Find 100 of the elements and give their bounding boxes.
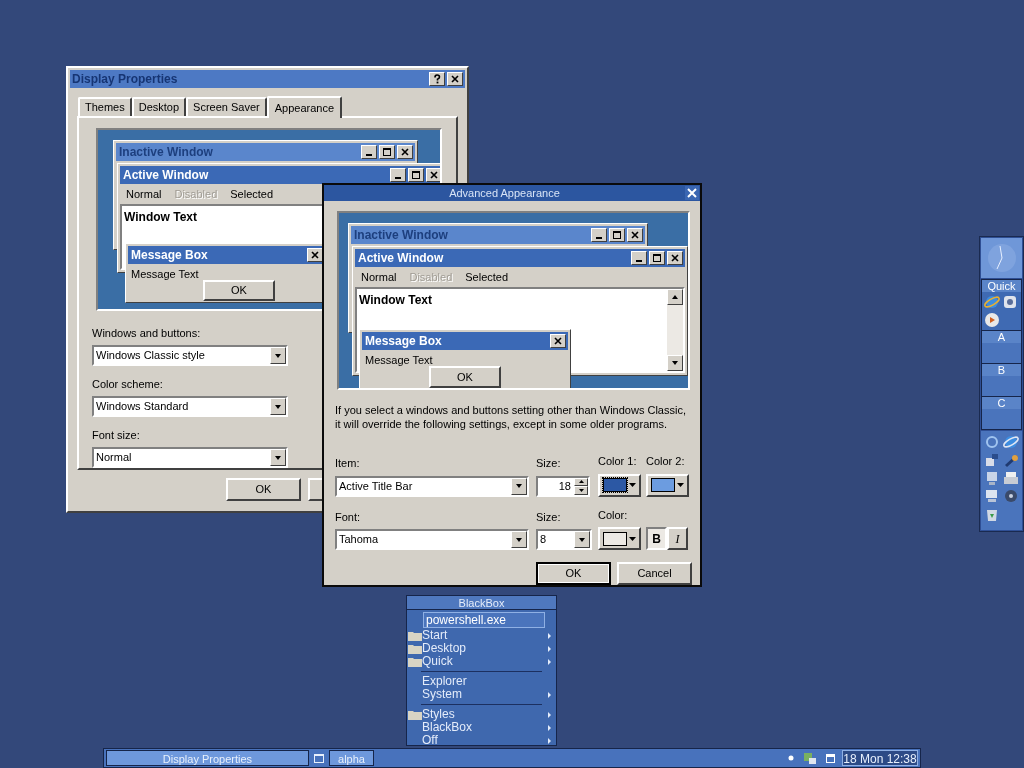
bold-button[interactable]: B: [646, 527, 667, 550]
field-label: Color:: [598, 507, 628, 523]
italic-button[interactable]: I: [667, 527, 688, 550]
window-icon: [314, 753, 324, 763]
window-title: Active Window: [123, 167, 209, 184]
computer-icon: [984, 488, 1000, 504]
menu-item[interactable]: Off: [422, 734, 548, 747]
down-arrow-icon: [629, 483, 636, 487]
dropdown[interactable]: Tahoma: [335, 529, 529, 550]
menu-item[interactable]: BlackBox: [422, 721, 548, 734]
dropdown-button[interactable]: [667, 355, 683, 371]
section-label: B: [982, 363, 1021, 376]
close-button[interactable]: [426, 168, 440, 182]
close-button[interactable]: [307, 248, 323, 262]
window-title: Advanced Appearance: [448, 185, 561, 201]
maximize-button[interactable]: [408, 168, 424, 182]
spin-up-button[interactable]: [574, 477, 588, 486]
close-button[interactable]: [550, 334, 566, 348]
minimize-icon: [596, 237, 602, 239]
minimize-button[interactable]: [361, 145, 377, 159]
close-icon: [553, 336, 563, 346]
field-label: Font size:: [92, 428, 140, 441]
dropdown-button[interactable]: [270, 449, 286, 466]
menu-item[interactable]: Styles: [422, 708, 548, 721]
minimize-button[interactable]: [631, 251, 647, 265]
dropdown[interactable]: Normal: [92, 447, 288, 468]
menu-item[interactable]: Normal: [126, 185, 162, 203]
tool-icon: [1002, 488, 1019, 504]
tab[interactable]: Screen Saver: [186, 97, 267, 116]
command-field[interactable]: powershell.exe: [423, 612, 545, 628]
tab[interactable]: Desktop: [131, 97, 187, 116]
dropdown-button[interactable]: [270, 398, 286, 415]
computer-icon: [984, 470, 1000, 486]
tab[interactable]: Themes: [78, 97, 132, 116]
field-label: Font:: [335, 509, 361, 525]
close-button[interactable]: [397, 145, 413, 159]
help-button[interactable]: [429, 72, 445, 86]
dropdown[interactable]: Windows Standard: [92, 396, 288, 417]
menu-item[interactable]: Selected: [230, 185, 274, 203]
field-label: Size:: [536, 456, 561, 471]
close-button[interactable]: [627, 228, 643, 242]
close-button[interactable]: [447, 72, 463, 86]
tab[interactable]: Appearance: [266, 96, 343, 118]
ok-button[interactable]: OK: [226, 478, 301, 501]
menu-item[interactable]: Desktop: [422, 642, 548, 655]
ok-button[interactable]: OK: [203, 280, 275, 301]
spin-down-button[interactable]: [574, 485, 588, 495]
section-label: A: [982, 330, 1021, 343]
maximize-button[interactable]: [609, 228, 625, 242]
network-icon: [984, 452, 1000, 468]
scroll-up-button[interactable]: [667, 289, 683, 305]
menu-item[interactable]: Normal: [361, 268, 397, 286]
dropdown-button[interactable]: [574, 531, 590, 548]
color-picker-button[interactable]: [598, 473, 641, 497]
menu-item[interactable]: Selected: [465, 268, 509, 286]
dropdown[interactable]: Windows Classic style: [92, 345, 288, 366]
minimize-button[interactable]: [390, 168, 406, 182]
message-text: Message Text: [130, 267, 199, 280]
color-picker-button[interactable]: [646, 473, 689, 497]
maximize-icon: [612, 230, 622, 240]
dropdown[interactable]: 8: [536, 529, 592, 550]
menu-item[interactable]: System: [422, 688, 548, 701]
globe-icon: [984, 434, 1000, 450]
maximize-button[interactable]: [379, 145, 395, 159]
down-arrow-icon: [578, 536, 586, 543]
field-label: Color 1:: [598, 454, 637, 469]
document-icon: [1002, 294, 1018, 310]
window-text: Window Text: [124, 210, 197, 224]
minimize-button[interactable]: [591, 228, 607, 242]
menu-item[interactable]: Quick: [422, 655, 548, 668]
down-arrow-icon: [274, 454, 282, 461]
color-picker-button[interactable]: [598, 527, 641, 550]
play-icon: [984, 312, 1000, 328]
window-icon: [826, 753, 835, 763]
clock: 18 Mon 12:38: [842, 750, 918, 766]
field-label: Color scheme:: [92, 377, 163, 390]
down-arrow-icon: [515, 536, 523, 543]
maximize-button[interactable]: [649, 251, 665, 265]
cancel-button[interactable]: Cancel: [617, 562, 692, 585]
window-text: Window Text: [359, 293, 432, 307]
ok-button[interactable]: OK: [536, 562, 611, 585]
field-label: Color 2:: [646, 454, 685, 469]
window-title: Message Box: [131, 247, 208, 264]
minimize-icon: [366, 154, 372, 156]
dropdown[interactable]: Active Title Bar: [335, 475, 529, 497]
menu-item[interactable]: Start: [422, 629, 548, 642]
dropdown-button[interactable]: [270, 347, 286, 364]
number-spinner[interactable]: 18: [536, 475, 590, 497]
ok-button[interactable]: OK: [429, 366, 501, 388]
menu-item[interactable]: Explorer: [422, 675, 551, 688]
dropdown-button[interactable]: [511, 477, 527, 495]
window-title: Message Box: [365, 333, 442, 350]
close-button[interactable]: [667, 251, 683, 265]
close-icon: [400, 147, 410, 157]
close-icon: [630, 230, 640, 240]
globe-icon: [984, 294, 1000, 310]
printer-icon: [1002, 470, 1019, 486]
window-title: Inactive Window: [354, 227, 448, 244]
dropdown-button[interactable]: [511, 531, 527, 548]
down-arrow-icon: [677, 483, 684, 487]
